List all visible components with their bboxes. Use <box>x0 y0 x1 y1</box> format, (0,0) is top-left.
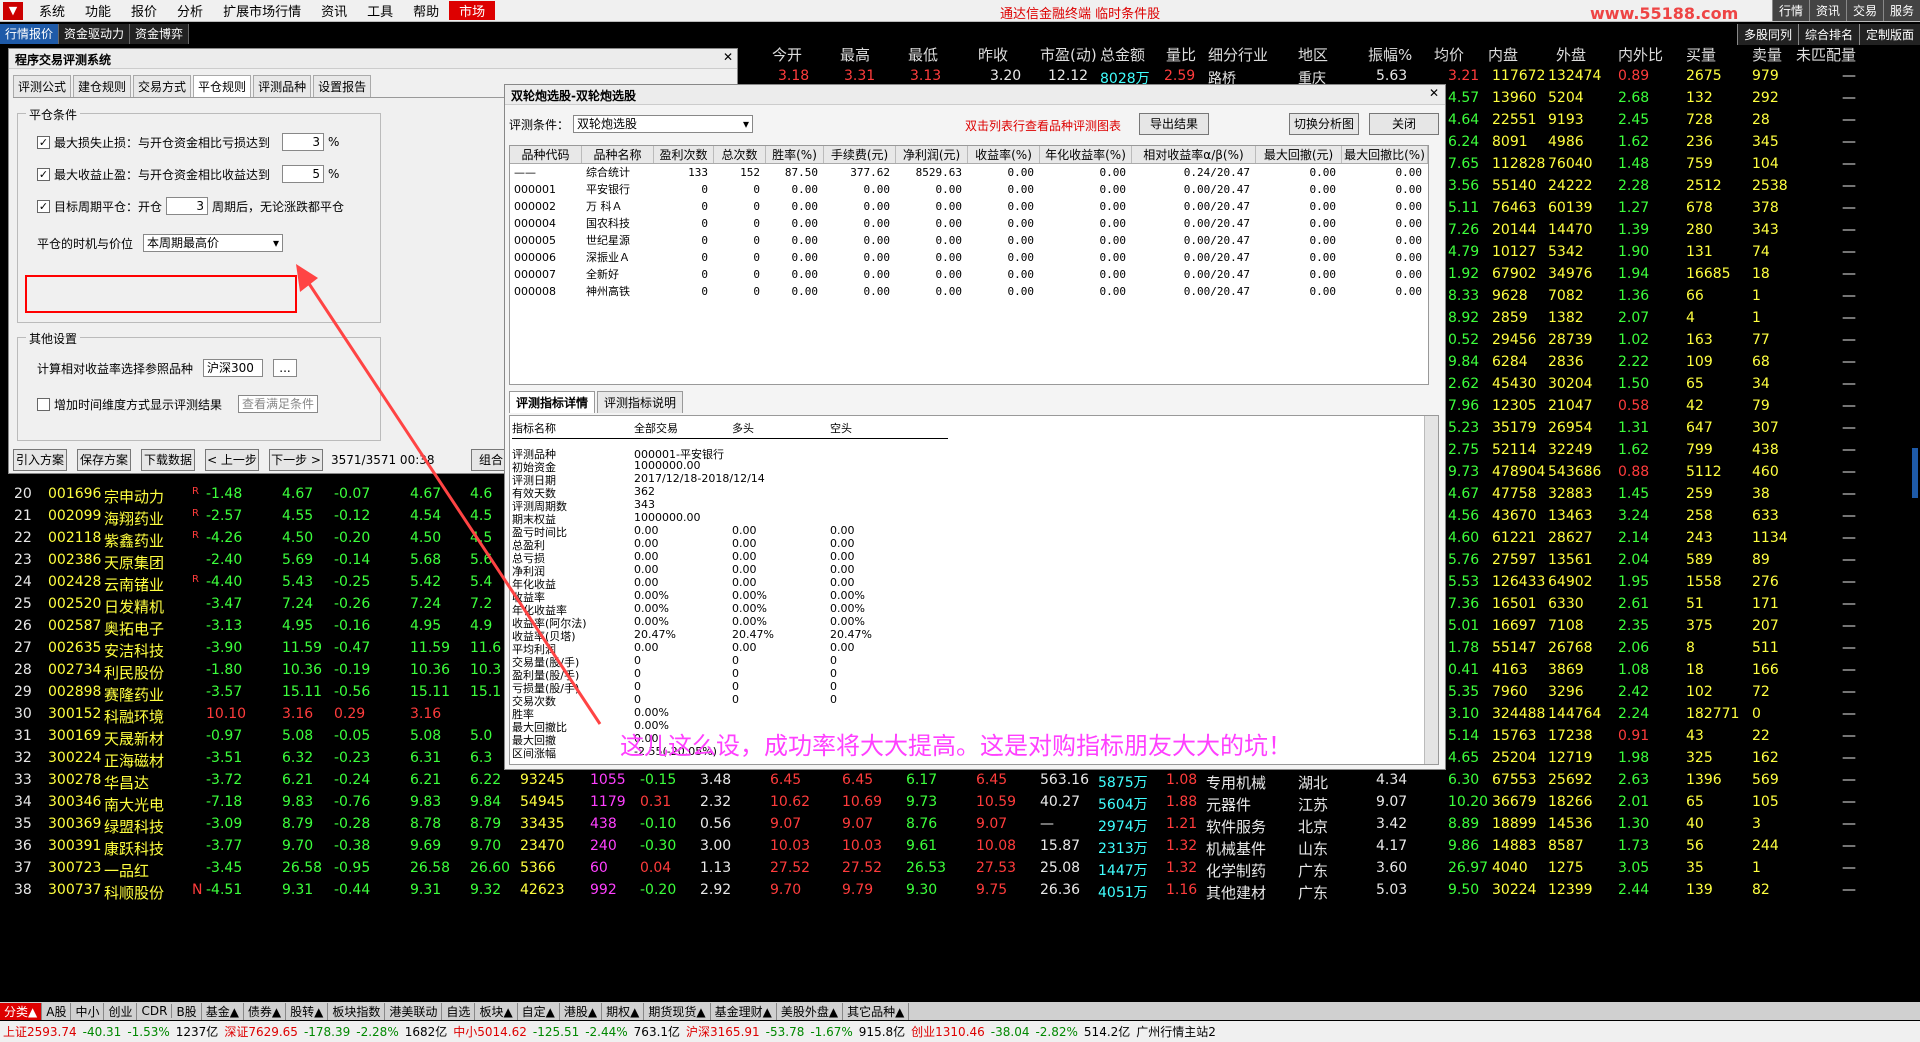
status-value: 沪深3165.91 <box>686 1025 760 1039</box>
status-value: 763.1亿 <box>633 1025 681 1039</box>
status-value: -1.53% <box>127 1024 170 1039</box>
category-tab[interactable]: 港股▲ <box>560 1002 603 1020</box>
category-tab[interactable]: 债券▲ <box>244 1002 287 1020</box>
category-tab[interactable]: 中小 <box>71 1002 105 1020</box>
category-tab[interactable]: 创业 <box>104 1002 138 1020</box>
category-tab[interactable]: A股 <box>42 1002 72 1020</box>
status-value: -2.44% <box>585 1024 628 1039</box>
arrow-head <box>296 264 318 292</box>
status-value: -178.39 <box>303 1024 351 1039</box>
category-tab[interactable]: 自选 <box>442 1002 476 1020</box>
status-value: 广州行情主站2 <box>1136 1025 1216 1039</box>
status-value: 1237亿 <box>175 1025 219 1039</box>
category-tab[interactable]: 自定▲ <box>518 1002 560 1020</box>
status-value: 中小5014.62 <box>453 1025 527 1039</box>
category-tabs: 分类▲ A股 中小 创业 CDR B股 基金▲ 债券▲ 股转▲ 板块指数 港美联动 自选 板块▲ 自定▲ 港… <box>0 1002 1920 1020</box>
status-value: 915.8亿 <box>858 1025 906 1039</box>
category-tab[interactable]: 板块指数 <box>328 1002 386 1020</box>
status-value: 创业1310.46 <box>911 1025 985 1039</box>
status-value: -38.04 <box>990 1024 1030 1039</box>
arrow-line <box>298 269 602 725</box>
status-value: 514.2亿 <box>1083 1025 1131 1039</box>
status-value: -40.31 <box>82 1024 122 1039</box>
category-tab[interactable]: B股 <box>172 1002 202 1020</box>
status-value: -125.51 <box>532 1024 580 1039</box>
annotation-arrow <box>296 264 602 725</box>
status-value: 上证2593.74 <box>3 1025 77 1039</box>
app-window: { "menubar":{"logo":"▼","items":["系统","功… <box>0 0 1920 1042</box>
index-status-bar: 上证2593.74 -40.31 -1.53% 1237亿 深证7629.65 -178.… <box>0 1021 1920 1042</box>
status-value: 深证7629.65 <box>224 1025 298 1039</box>
status-value: -1.67% <box>810 1024 853 1039</box>
category-tab[interactable]: 股转▲ <box>286 1002 329 1020</box>
status-value: -2.28% <box>356 1024 399 1039</box>
category-tab[interactable]: 期货现货▲ <box>644 1002 711 1020</box>
category-tab[interactable]: 板块▲ <box>475 1002 518 1020</box>
category-tab[interactable]: 基金▲ <box>202 1002 244 1020</box>
status-value: 1682亿 <box>404 1025 448 1039</box>
category-tab[interactable]: 港美联动 <box>385 1002 443 1020</box>
category-tab[interactable]: 基金理财▲ <box>711 1002 777 1020</box>
status-value: -2.82% <box>1035 1024 1078 1039</box>
category-tab[interactable]: 期权▲ <box>602 1002 645 1020</box>
category-tab[interactable]: 其它品种▲ <box>843 1002 910 1020</box>
status-value: -53.78 <box>765 1024 805 1039</box>
category-tab[interactable]: 分类▲ <box>0 1002 43 1020</box>
category-tab[interactable]: 美股外盘▲ <box>777 1002 844 1020</box>
category-tab[interactable]: CDR <box>137 1004 173 1018</box>
